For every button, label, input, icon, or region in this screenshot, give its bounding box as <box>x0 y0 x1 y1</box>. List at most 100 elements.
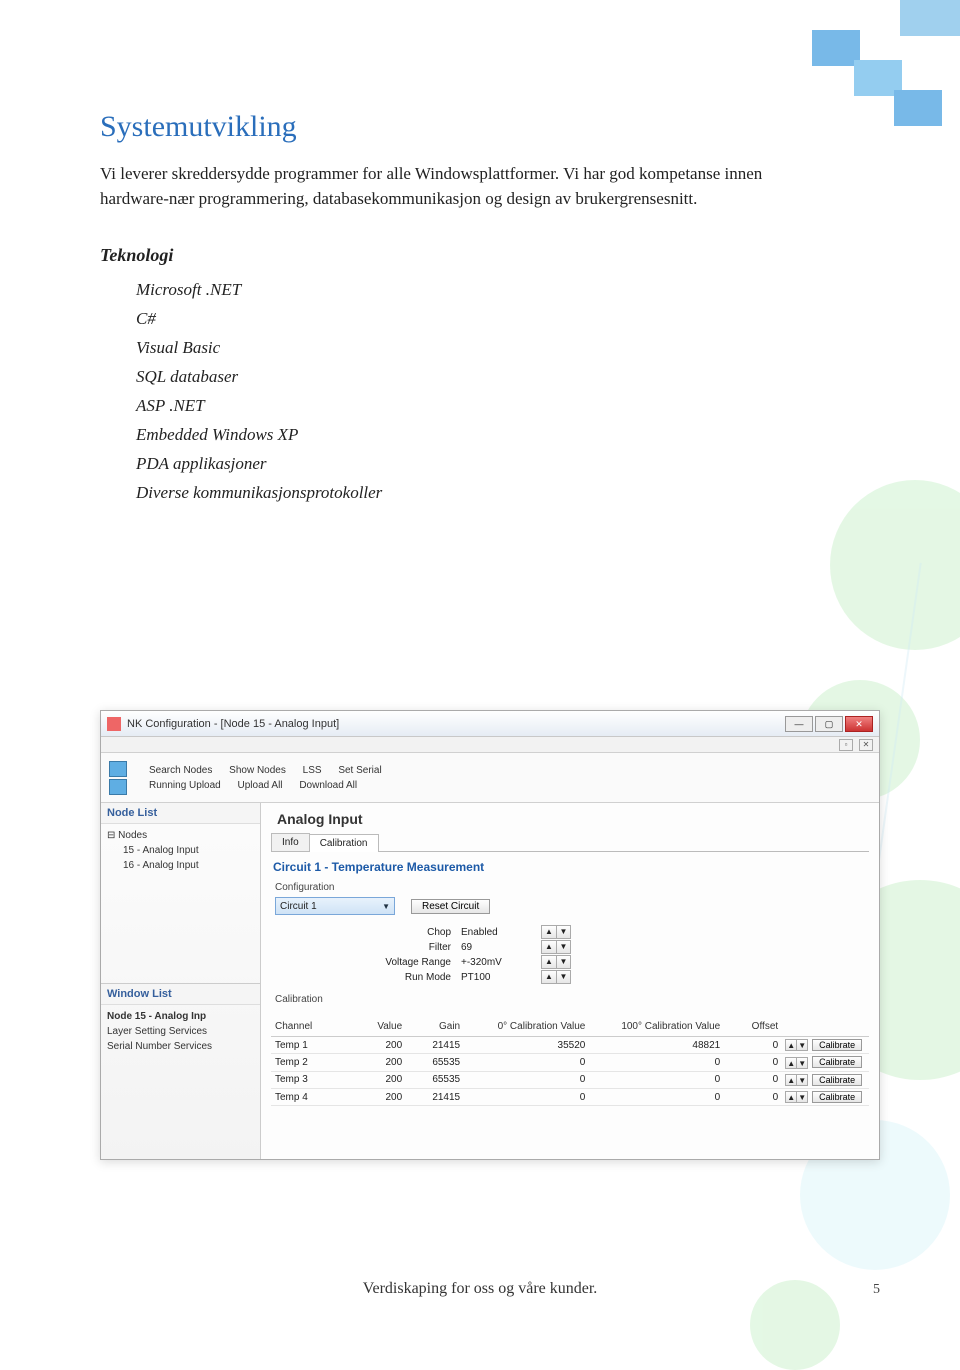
arrow-up-icon[interactable]: ▲ <box>542 956 556 968</box>
menu-item[interactable]: Search Nodes <box>149 765 212 776</box>
circuit-combo[interactable]: Circuit 1 ▼ <box>275 897 395 915</box>
spin-control[interactable]: ▲▼ <box>541 925 571 939</box>
offset-spin[interactable]: ▲▼ <box>786 1074 808 1086</box>
page-heading: Systemutvikling <box>100 110 880 144</box>
cell-zero-cal: 0 <box>464 1090 589 1105</box>
menu-item[interactable]: Show Nodes <box>229 765 286 776</box>
cell-zero-cal: 0 <box>464 1072 589 1087</box>
node-tree[interactable]: ⊟ Nodes 15 - Analog Input 16 - Analog In… <box>101 824 260 984</box>
cell-gain: 21415 <box>406 1090 464 1105</box>
arrow-down-icon[interactable]: ▼ <box>556 926 570 938</box>
menu-item[interactable]: Upload All <box>238 780 283 791</box>
param-value: Enabled <box>461 927 541 938</box>
cell-hundred-cal: 0 <box>589 1055 724 1070</box>
offset-spin[interactable]: ▲▼ <box>786 1057 808 1069</box>
tab-calibration[interactable]: Calibration <box>309 834 379 852</box>
cell-zero-cal: 0 <box>464 1055 589 1070</box>
arrow-up-icon[interactable]: ▲ <box>542 971 556 983</box>
intro-paragraph: Vi leverer skreddersydde programmer for … <box>100 162 780 211</box>
window-list-item[interactable]: Layer Setting Services <box>107 1024 254 1039</box>
chevron-down-icon: ▼ <box>382 902 390 911</box>
node-list-header: Node List <box>101 803 260 824</box>
tech-item: Visual Basic <box>136 334 880 363</box>
mdi-close-button[interactable]: ✕ <box>859 739 873 751</box>
cell-gain: 65535 <box>406 1055 464 1070</box>
tech-list: Microsoft .NET C# Visual Basic SQL datab… <box>100 276 880 507</box>
arrow-down-icon[interactable]: ▼ <box>796 1057 808 1069</box>
window-list-item[interactable]: Serial Number Services <box>107 1039 254 1054</box>
table-row: Temp 320065535000▲▼Calibrate <box>271 1072 869 1089</box>
calibrate-button[interactable]: Calibrate <box>812 1074 862 1086</box>
menu-item[interactable]: LSS <box>303 765 322 776</box>
cell-channel: Temp 4 <box>271 1090 348 1105</box>
tree-root[interactable]: Nodes <box>118 830 147 841</box>
calibrate-button[interactable]: Calibrate <box>812 1091 862 1103</box>
tree-item[interactable]: 15 - Analog Input <box>107 843 254 858</box>
param-label: Filter <box>351 942 461 953</box>
arrow-up-icon[interactable]: ▲ <box>542 941 556 953</box>
spin-control[interactable]: ▲▼ <box>541 955 571 969</box>
app-icon <box>107 717 121 731</box>
cell-channel: Temp 3 <box>271 1072 348 1087</box>
tech-item: C# <box>136 305 880 334</box>
tree-item[interactable]: 16 - Analog Input <box>107 858 254 873</box>
calibrate-button[interactable]: Calibrate <box>812 1056 862 1068</box>
arrow-down-icon[interactable]: ▼ <box>796 1074 808 1086</box>
offset-spin[interactable]: ▲▼ <box>786 1091 808 1103</box>
col-header: Value <box>348 1019 406 1034</box>
param-label: Voltage Range <box>351 957 461 968</box>
close-button[interactable]: ✕ <box>845 716 873 732</box>
table-row: Temp 420021415000▲▼Calibrate <box>271 1089 869 1106</box>
main-header: Analog Input <box>277 811 869 827</box>
param-label: Chop <box>351 927 461 938</box>
page-number: 5 <box>873 1282 880 1298</box>
window-list-header: Window List <box>101 984 260 1005</box>
cell-offset: 0 <box>724 1072 782 1087</box>
calibration-table: Channel Value Gain 0° Calibration Value … <box>271 1017 869 1106</box>
arrow-down-icon[interactable]: ▼ <box>556 941 570 953</box>
menu-item[interactable]: Set Serial <box>338 765 381 776</box>
app-screenshot: NK Configuration - [Node 15 - Analog Inp… <box>100 710 880 1160</box>
mdi-restore-button[interactable]: ▫ <box>839 739 853 751</box>
col-header: Channel <box>271 1019 348 1034</box>
arrow-down-icon[interactable]: ▼ <box>796 1091 808 1103</box>
menu-item[interactable]: Download All <box>299 780 357 791</box>
tab-info[interactable]: Info <box>271 833 310 851</box>
arrow-up-icon[interactable]: ▲ <box>542 926 556 938</box>
maximize-button[interactable]: ▢ <box>815 716 843 732</box>
toolbar-icon[interactable] <box>109 779 127 795</box>
spin-control[interactable]: ▲▼ <box>541 940 571 954</box>
param-value: PT100 <box>461 972 541 983</box>
col-header: 0° Calibration Value <box>464 1019 589 1034</box>
arrow-down-icon[interactable]: ▼ <box>796 1039 808 1051</box>
table-row: Temp 220065535000▲▼Calibrate <box>271 1054 869 1071</box>
cell-hundred-cal: 0 <box>589 1072 724 1087</box>
col-header: 100° Calibration Value <box>589 1019 724 1034</box>
arrow-down-icon[interactable]: ▼ <box>556 956 570 968</box>
cell-offset: 0 <box>724 1055 782 1070</box>
window-list[interactable]: Node 15 - Analog Inp Layer Setting Servi… <box>101 1005 260 1159</box>
combo-value: Circuit 1 <box>280 901 317 912</box>
reset-circuit-button[interactable]: Reset Circuit <box>411 899 490 914</box>
minimize-button[interactable]: — <box>785 716 813 732</box>
cell-channel: Temp 1 <box>271 1038 348 1053</box>
mdi-child-controls: ▫ ✕ <box>101 737 879 753</box>
arrow-down-icon[interactable]: ▼ <box>556 971 570 983</box>
param-value: +-320mV <box>461 957 541 968</box>
toolbar-icon[interactable] <box>109 761 127 777</box>
table-row: Temp 12002141535520488210▲▼Calibrate <box>271 1037 869 1054</box>
param-value: 69 <box>461 942 541 953</box>
cell-value: 200 <box>348 1038 406 1053</box>
tech-item: Diverse kommunikasjonsprotokoller <box>136 479 880 508</box>
cell-gain: 65535 <box>406 1072 464 1087</box>
window-list-item[interactable]: Node 15 - Analog Inp <box>107 1009 254 1024</box>
col-header: Offset <box>724 1019 782 1034</box>
calibrate-button[interactable]: Calibrate <box>812 1039 862 1051</box>
window-title: NK Configuration - [Node 15 - Analog Inp… <box>127 718 785 730</box>
tech-item: SQL databaser <box>136 363 880 392</box>
tech-item: Microsoft .NET <box>136 276 880 305</box>
menu-item[interactable]: Running Upload <box>149 780 221 791</box>
col-header: Gain <box>406 1019 464 1034</box>
spin-control[interactable]: ▲▼ <box>541 970 571 984</box>
offset-spin[interactable]: ▲▼ <box>786 1039 808 1051</box>
